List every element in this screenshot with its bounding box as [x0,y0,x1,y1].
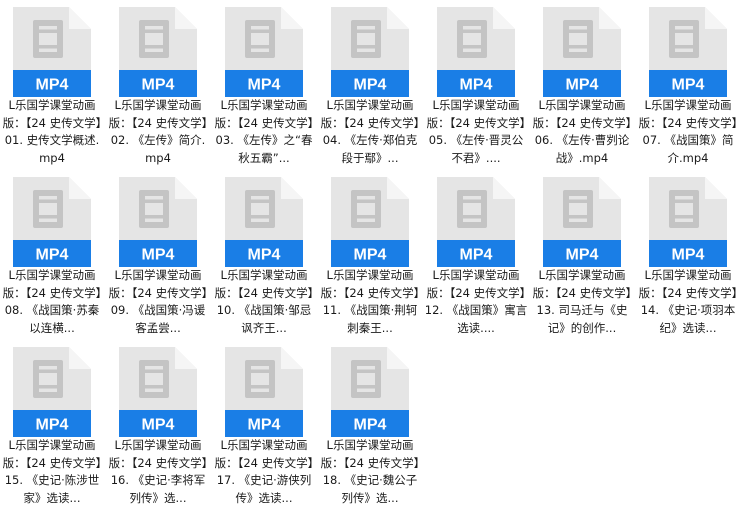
file-name-label: L乐国学课堂动画版：【24 史传文学】16. 《史记·李将军列传》选... [108,438,208,505]
file-name-label: L乐国学课堂动画版：【24 史传文学】05. 《左传·晋灵公不君》.... [426,98,526,165]
file-item[interactable]: MP4 L乐国学课堂动画版：【24 史传文学】04. 《左传·郑伯克段于鄢》..… [318,0,422,170]
video-file-icon: MP4 [649,7,727,97]
file-name-label: L乐国学课堂动画版：【24 史传文学】06. 《左传·曹刿论战》.mp4 [532,98,632,165]
file-name-label: L乐国学课堂动画版：【24 史传文学】14. 《史记·项羽本纪》选读... [638,268,737,335]
file-item[interactable]: MP4 L乐国学课堂动画版：【24 史传文学】17. 《史记·游侠列传》选读..… [212,340,316,510]
file-item[interactable]: MP4 L乐国学课堂动画版：【24 史传文学】01. 史传文学概述.mp4 [0,0,104,170]
file-item[interactable]: MP4 L乐国学课堂动画版：【24 史传文学】07. 《战国策》简介.mp4 [636,0,737,170]
video-file-icon: MP4 [331,347,409,437]
file-name-label: L乐国学课堂动画版：【24 史传文学】12. 《战国策》寓言选读.... [424,268,528,335]
file-type-badge-label: MP4 [566,77,599,94]
file-name-label: L乐国学课堂动画版：【24 史传文学】03. 《左传》之“春秋五霸”... [214,98,314,165]
file-item[interactable]: MP4 L乐国学课堂动画版：【24 史传文学】05. 《左传·晋灵公不君》...… [424,0,528,170]
video-file-icon: MP4 [225,347,303,437]
file-type-badge-label: MP4 [354,247,387,264]
file-name-label: L乐国学课堂动画版：【24 史传文学】15. 《史记·陈涉世家》选读... [2,438,102,505]
file-name-label: L乐国学课堂动画版：【24 史传文学】10. 《战国策·邹忌讽齐王... [214,268,314,335]
file-type-badge-label: MP4 [672,77,705,94]
file-type-badge-label: MP4 [248,77,281,94]
file-name-label: L乐国学课堂动画版：【24 史传文学】13. 司马迁与《史记》的创作... [532,268,632,335]
file-type-badge-label: MP4 [142,417,175,434]
file-type-badge-label: MP4 [36,247,69,264]
video-file-icon: MP4 [331,7,409,97]
video-file-icon: MP4 [649,177,727,267]
file-type-badge-label: MP4 [142,247,175,264]
video-file-icon: MP4 [225,7,303,97]
file-item[interactable]: MP4 L乐国学课堂动画版：【24 史传文学】18. 《史记·魏公子列传》选..… [318,340,422,510]
file-item[interactable]: MP4 L乐国学课堂动画版：【24 史传文学】14. 《史记·项羽本纪》选读..… [636,170,737,340]
file-name-label: L乐国学课堂动画版：【24 史传文学】18. 《史记·魏公子列传》选... [320,438,420,505]
video-file-icon: MP4 [331,177,409,267]
file-item[interactable]: MP4 L乐国学课堂动画版：【24 史传文学】15. 《史记·陈涉世家》选读..… [0,340,104,510]
file-item[interactable]: MP4 L乐国学课堂动画版：【24 史传文学】11. 《战国策·荆轲刺秦王... [318,170,422,340]
file-item[interactable]: MP4 L乐国学课堂动画版：【24 史传文学】03. 《左传》之“春秋五霸”..… [212,0,316,170]
video-file-icon: MP4 [437,177,515,267]
video-file-icon: MP4 [119,347,197,437]
file-name-label: L乐国学课堂动画版：【24 史传文学】09. 《战国策·冯谖客孟尝... [108,268,208,335]
video-file-icon: MP4 [13,347,91,437]
file-name-label: L乐国学课堂动画版：【24 史传文学】07. 《战国策》简介.mp4 [638,98,737,165]
file-type-badge-label: MP4 [36,417,69,434]
file-name-label: L乐国学课堂动画版：【24 史传文学】02. 《左传》简介.mp4 [108,98,208,165]
file-type-badge-label: MP4 [248,417,281,434]
video-file-icon: MP4 [119,7,197,97]
file-type-badge-label: MP4 [354,77,387,94]
file-type-badge-label: MP4 [460,247,493,264]
file-name-label: L乐国学课堂动画版：【24 史传文学】04. 《左传·郑伯克段于鄢》... [320,98,420,165]
video-file-icon: MP4 [543,177,621,267]
file-type-badge-label: MP4 [672,247,705,264]
file-type-badge-label: MP4 [354,417,387,434]
file-type-badge-label: MP4 [248,247,281,264]
file-item[interactable]: MP4 L乐国学课堂动画版：【24 史传文学】09. 《战国策·冯谖客孟尝... [106,170,210,340]
file-item[interactable]: MP4 L乐国学课堂动画版：【24 史传文学】08. 《战国策·苏秦以连横... [0,170,104,340]
file-type-badge-label: MP4 [36,77,69,94]
video-file-icon: MP4 [225,177,303,267]
video-file-icon: MP4 [119,177,197,267]
video-file-icon: MP4 [13,7,91,97]
file-item[interactable]: MP4 L乐国学课堂动画版：【24 史传文学】13. 司马迁与《史记》的创作..… [530,170,634,340]
file-type-badge-label: MP4 [460,77,493,94]
file-name-label: L乐国学课堂动画版：【24 史传文学】11. 《战国策·荆轲刺秦王... [320,268,420,335]
file-item[interactable]: MP4 L乐国学课堂动画版：【24 史传文学】06. 《左传·曹刿论战》.mp4 [530,0,634,170]
video-file-icon: MP4 [437,7,515,97]
file-type-badge-label: MP4 [142,77,175,94]
file-type-badge-label: MP4 [566,247,599,264]
video-file-icon: MP4 [543,7,621,97]
file-item[interactable]: MP4 L乐国学课堂动画版：【24 史传文学】10. 《战国策·邹忌讽齐王... [212,170,316,340]
file-item[interactable]: MP4 L乐国学课堂动画版：【24 史传文学】16. 《史记·李将军列传》选..… [106,340,210,510]
file-grid: MP4 L乐国学课堂动画版：【24 史传文学】01. 史传文学概述.mp4 MP… [0,0,737,529]
file-name-label: L乐国学课堂动画版：【24 史传文学】01. 史传文学概述.mp4 [2,98,102,165]
file-name-label: L乐国学课堂动画版：【24 史传文学】17. 《史记·游侠列传》选读... [214,438,314,505]
video-file-icon: MP4 [13,177,91,267]
file-item[interactable]: MP4 L乐国学课堂动画版：【24 史传文学】12. 《战国策》寓言选读.... [424,170,528,340]
file-name-label: L乐国学课堂动画版：【24 史传文学】08. 《战国策·苏秦以连横... [2,268,102,335]
file-item[interactable]: MP4 L乐国学课堂动画版：【24 史传文学】02. 《左传》简介.mp4 [106,0,210,170]
